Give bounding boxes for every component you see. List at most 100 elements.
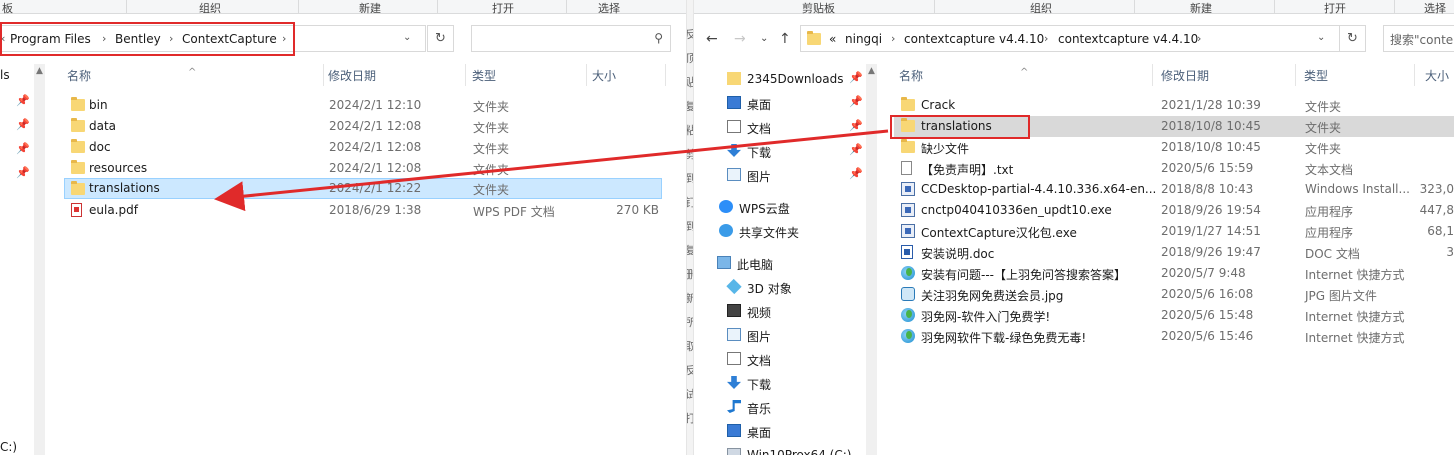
recent-dropdown-icon[interactable]: ⌄	[760, 33, 768, 44]
nav-item[interactable]: 音乐	[694, 396, 864, 418]
file-date: 2024/2/1 12:08	[329, 140, 422, 154]
file-row-data[interactable]: data 2024/2/1 12:08 文件夹	[64, 116, 662, 137]
nav-item-label: 2345Downloads	[747, 72, 844, 86]
breadcrumb-contextcapture-inner[interactable]: contextcapture v4.4.10	[1058, 32, 1198, 46]
nav-item[interactable]: 桌面 📌	[694, 92, 864, 114]
file-row[interactable]: CCDesktop-partial-4.4.10.336.x64-en... 20…	[894, 179, 1454, 200]
scroll-up-icon[interactable]: ▲	[866, 66, 877, 76]
file-row[interactable]: 羽免网-软件入门免费学! 2020/5/6 15:48 Internet 快捷方式	[894, 305, 1454, 326]
breadcrumb-sep-icon[interactable]: ›	[1044, 32, 1048, 45]
ribbon-label-organize: 组织	[199, 2, 221, 15]
nav-item[interactable]: 文档 📌	[694, 116, 864, 138]
breadcrumb-sep-icon[interactable]: ›	[1197, 32, 1201, 45]
nav-item[interactable]: 共享文件夹	[694, 220, 864, 242]
menu-strip-char: 所	[687, 314, 693, 330]
nav-item[interactable]: 此电脑	[694, 252, 864, 274]
file-row[interactable]: translations 2018/10/8 10:45 文件夹	[894, 116, 1454, 137]
nav-item[interactable]: 2345Downloads 📌	[694, 68, 864, 90]
column-size[interactable]: 大小	[592, 67, 616, 84]
nav-item[interactable]: 文档	[694, 348, 864, 370]
file-type: 文件夹	[1305, 100, 1342, 114]
file-row[interactable]: 【免责声明】.txt 2020/5/6 15:59 文本文档	[894, 158, 1454, 179]
address-bar[interactable]: « ningqi › contextcapture v4.4.10 › cont…	[800, 25, 1340, 52]
music-icon	[727, 400, 741, 413]
nav-item[interactable]: Win10Prox64 (C:)	[694, 444, 864, 455]
file-row-bin[interactable]: bin 2024/2/1 12:10 文件夹	[64, 95, 662, 116]
forward-arrow-icon[interactable]: →	[734, 31, 746, 47]
column-type[interactable]: 类型	[472, 67, 496, 84]
search-input[interactable]: ⚲	[471, 25, 671, 52]
search-input[interactable]: 搜索"conte	[1383, 25, 1454, 52]
file-row-resources[interactable]: resources 2024/2/1 12:08 文件夹	[64, 158, 662, 179]
file-row[interactable]: Crack 2021/1/28 10:39 文件夹	[894, 95, 1454, 116]
internet-shortcut-icon	[901, 329, 915, 343]
scroll-up-icon[interactable]: ▲	[34, 66, 45, 76]
breadcrumb-overflow-icon[interactable]: «	[829, 32, 836, 46]
history-dropdown-icon[interactable]: ⌄	[1317, 32, 1325, 43]
file-date: 2020/5/6 15:46	[1161, 329, 1254, 343]
navigation-pane: 2345Downloads 📌 桌面 📌 文档 📌 下载 📌 图片 📌 WPS云盘 共享文件夹此电脑 3…	[694, 58, 877, 455]
file-row[interactable]: 羽免网软件下载-绿色免费无毒! 2020/5/6 15:46 Internet 快捷…	[894, 326, 1454, 347]
folder-icon	[71, 181, 85, 195]
nav-item-label: 此电脑	[737, 258, 774, 272]
column-size[interactable]: 大小	[1425, 67, 1449, 84]
nav-scrollbar[interactable]: ▲	[34, 64, 45, 455]
file-size: 270 KB	[616, 203, 659, 217]
documents-icon	[727, 352, 741, 365]
file-row-doc[interactable]: doc 2024/2/1 12:08 文件夹	[64, 137, 662, 158]
file-name: resources	[89, 161, 148, 175]
file-row[interactable]: cnctp040410336en_updt10.exe 2018/9/26 19:…	[894, 200, 1454, 221]
file-row[interactable]: 缺少文件 2018/10/8 10:45 文件夹	[894, 137, 1454, 158]
file-date: 2018/10/8 10:45	[1161, 140, 1261, 154]
file-row[interactable]: 安装有问题---【上羽免问答搜索答案】 2020/5/7 9:48 Internet…	[894, 263, 1454, 284]
video-icon	[727, 304, 741, 317]
nav-item[interactable]: 图片	[694, 324, 864, 346]
file-row[interactable]: ContextCapture汉化包.exe 2019/1/27 14:51 应用程序…	[894, 221, 1454, 242]
column-type[interactable]: 类型	[1304, 67, 1328, 84]
breadcrumb-contextcapture[interactable]: ContextCapture	[182, 32, 277, 46]
pictures-icon	[727, 328, 741, 341]
folder-icon	[71, 160, 85, 174]
nav-stub-label: ls	[0, 68, 10, 82]
nav-item[interactable]: 下载 📌	[694, 140, 864, 162]
column-date[interactable]: 修改日期	[328, 67, 376, 84]
column-name[interactable]: 名称	[67, 67, 91, 84]
column-name[interactable]: 名称	[899, 67, 923, 84]
file-date: 2024/2/1 12:10	[329, 98, 422, 112]
nav-item[interactable]: WPS云盘	[694, 196, 864, 218]
desktop-icon	[727, 424, 741, 437]
breadcrumb-sep-icon[interactable]: ›	[169, 32, 173, 45]
ribbon-label-organize: 组织	[1030, 2, 1052, 15]
file-row[interactable]: 关注羽免网免费送会员.jpg 2020/5/6 16:08 JPG 图片文件	[894, 284, 1454, 305]
column-date[interactable]: 修改日期	[1161, 67, 1209, 84]
breadcrumb-sep-icon[interactable]: ›	[102, 32, 106, 45]
nav-item[interactable]: 视频	[694, 300, 864, 322]
refresh-icon[interactable]: ↻	[1339, 25, 1366, 52]
file-type: 文本文档	[1305, 163, 1354, 177]
nav-scrollbar[interactable]: ▲	[866, 64, 877, 455]
nav-item[interactable]: 桌面	[694, 420, 864, 442]
breadcrumb-program-files[interactable]: Program Files	[10, 32, 91, 46]
ribbon-label-clipboard: 板	[2, 2, 13, 15]
refresh-icon[interactable]: ↻	[427, 25, 454, 52]
file-row-eula-pdf[interactable]: eula.pdf 2018/6/29 1:38 WPS PDF 文档 270 K…	[64, 200, 662, 221]
file-row-translations[interactable]: translations 2024/2/1 12:22 文件夹	[64, 178, 662, 199]
search-icon: ⚲	[654, 31, 663, 45]
breadcrumb-bentley[interactable]: Bentley	[115, 32, 161, 46]
menu-strip-char: 贴	[687, 74, 693, 90]
address-bar[interactable]: ‹ Program Files › Bentley › ContextCaptu…	[0, 25, 426, 52]
nav-item[interactable]: 下载	[694, 372, 864, 394]
nav-item[interactable]: 图片 📌	[694, 164, 864, 186]
up-arrow-icon[interactable]: ↑	[779, 31, 791, 47]
breadcrumb-contextcapture-outer[interactable]: contextcapture v4.4.10	[904, 32, 1044, 46]
file-row[interactable]: 安装说明.doc 2018/9/26 19:47 DOC 文档 3	[894, 242, 1454, 263]
breadcrumb-ningqi[interactable]: ningqi	[845, 32, 882, 46]
nav-item[interactable]: 3D 对象	[694, 276, 864, 298]
history-dropdown-icon[interactable]: ⌄	[403, 32, 411, 43]
breadcrumb-sep-icon[interactable]: ›	[282, 32, 286, 45]
breadcrumb-sep-icon[interactable]: ›	[891, 32, 895, 45]
menu-strip-char: 钉	[687, 194, 693, 210]
back-arrow-icon[interactable]: ←	[706, 31, 718, 47]
overflow-chevron-icon[interactable]: ‹	[1, 32, 5, 45]
documents-icon	[727, 120, 741, 133]
